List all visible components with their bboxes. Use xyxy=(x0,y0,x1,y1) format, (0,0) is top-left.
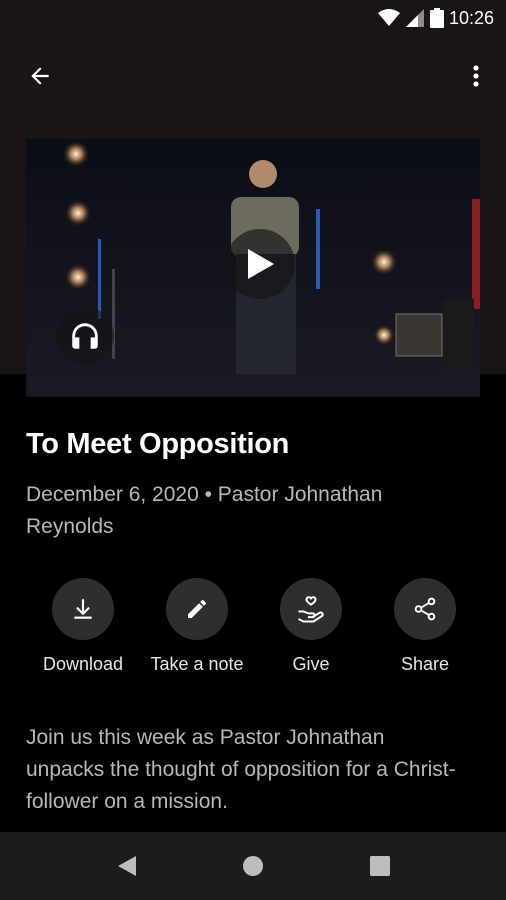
share-icon xyxy=(414,597,436,621)
episode-meta: December 6, 2020 • Pastor Johnathan Reyn… xyxy=(26,483,383,538)
give-button[interactable]: Give xyxy=(251,578,371,675)
nav-recents-icon xyxy=(370,856,390,876)
wifi-icon xyxy=(378,9,400,26)
play-icon xyxy=(248,249,274,279)
give-circle[interactable] xyxy=(280,578,342,640)
share-button[interactable]: Share xyxy=(365,578,485,675)
give-label: Give xyxy=(292,654,330,674)
status-icons xyxy=(378,8,444,28)
system-nav-bar xyxy=(0,832,506,900)
play-button[interactable] xyxy=(225,229,295,299)
status-bar: 10:26 xyxy=(0,0,506,36)
download-circle[interactable] xyxy=(52,578,114,640)
download-label: Download xyxy=(42,654,124,674)
download-button[interactable]: Download xyxy=(23,578,143,675)
arrow-back-icon xyxy=(31,67,49,85)
back-button[interactable] xyxy=(22,58,58,94)
episode-title: To Meet Opposition xyxy=(26,428,290,460)
signal-icon xyxy=(406,9,424,27)
status-time: 10:26 xyxy=(448,8,494,28)
video-thumbnail[interactable] xyxy=(26,139,480,397)
take-note-button[interactable]: Take a note xyxy=(137,578,257,675)
nav-back-button[interactable] xyxy=(111,850,143,882)
nav-home-icon xyxy=(243,856,263,876)
take-note-label: Take a note xyxy=(150,654,244,674)
nav-home-button[interactable] xyxy=(237,850,269,882)
give-icon xyxy=(298,596,324,623)
action-row: Download Take a note Give Share xyxy=(0,578,506,688)
share-circle[interactable] xyxy=(394,578,456,640)
headphones-icon xyxy=(72,323,98,349)
more-options-button[interactable] xyxy=(464,58,488,94)
nav-recents-button[interactable] xyxy=(364,850,396,882)
battery-icon xyxy=(430,8,444,28)
take-note-circle[interactable] xyxy=(166,578,228,640)
download-icon xyxy=(74,599,92,619)
more-vert-icon xyxy=(473,65,479,87)
top-app-bar xyxy=(0,36,506,112)
pencil-icon xyxy=(188,600,206,618)
audio-only-button[interactable] xyxy=(56,307,114,365)
nav-back-icon xyxy=(118,856,136,876)
episode-description: Join us this week as Pastor Johnathan un… xyxy=(26,726,456,813)
share-label: Share xyxy=(400,654,450,674)
